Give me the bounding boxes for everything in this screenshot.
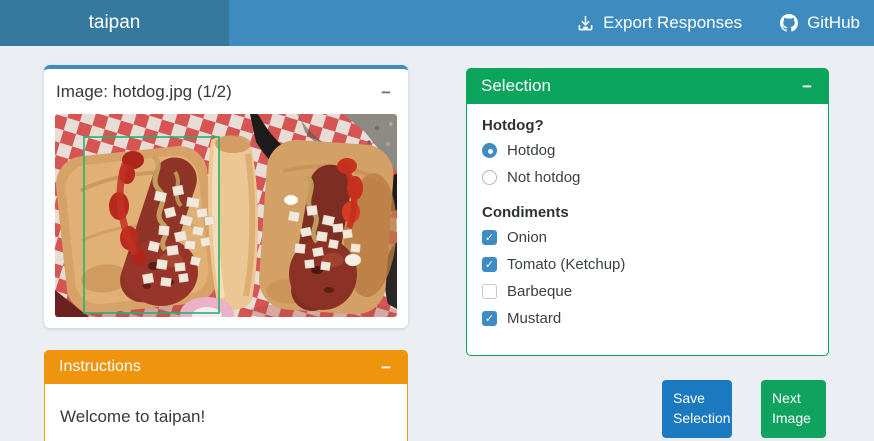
image-panel-header: Image: hotdog.jpg (1/2) − (44, 69, 408, 114)
next-image-button[interactable]: Next Image (761, 380, 826, 438)
checkbox-unchecked-icon (482, 284, 497, 299)
checkbox-option-tomato-ketchup[interactable]: Tomato (Ketchup) (482, 256, 813, 273)
brand-link[interactable]: taipan (0, 0, 229, 46)
selection-panel: Selection − Hotdog? Hotdog Not hotdog Condi… (466, 68, 829, 356)
radio-checked-icon (482, 143, 497, 158)
checkbox-option-mustard[interactable]: Mustard (482, 310, 813, 327)
option-label: Hotdog (507, 142, 555, 159)
github-icon (780, 14, 798, 32)
option-label: Mustard (507, 310, 561, 327)
checkbox-option-barbeque[interactable]: Barbeque (482, 283, 813, 300)
group-label-hotdog: Hotdog? (482, 117, 813, 134)
instructions-panel-header: Instructions − (44, 350, 408, 384)
navbar-links: Export Responses GitHub (229, 0, 874, 46)
right-column: Selection − Hotdog? Hotdog Not hotdog Condi… (466, 65, 829, 441)
image-panel-body (44, 114, 408, 328)
checkbox-checked-icon (482, 311, 497, 326)
checkbox-checked-icon (482, 257, 497, 272)
radio-option-not-hotdog[interactable]: Not hotdog (482, 169, 813, 186)
radio-option-hotdog[interactable]: Hotdog (482, 142, 813, 159)
option-label: Onion (507, 229, 547, 246)
collapse-button[interactable]: − (379, 359, 393, 376)
option-label: Tomato (Ketchup) (507, 256, 625, 273)
navbar: taipan Export Responses GitHub (0, 0, 874, 46)
instructions-panel-body: Welcome to taipan! (44, 384, 408, 441)
left-column: Image: hotdog.jpg (1/2) − (44, 65, 408, 441)
github-link[interactable]: GitHub (780, 13, 860, 33)
github-label: GitHub (807, 13, 860, 33)
checkbox-option-onion[interactable]: Onion (482, 229, 813, 246)
selection-panel-title: Selection (481, 76, 551, 96)
download-icon (577, 15, 594, 32)
export-responses-link[interactable]: Export Responses (577, 13, 742, 33)
collapse-button[interactable]: − (800, 78, 814, 95)
radio-unchecked-icon (482, 170, 497, 185)
instructions-panel: Instructions − Welcome to taipan! (44, 350, 408, 441)
selection-body: Hotdog? Hotdog Not hotdog Condiments Onion To… (466, 104, 829, 356)
main-content: Image: hotdog.jpg (1/2) − (0, 46, 874, 441)
collapse-button[interactable]: − (379, 84, 393, 101)
action-buttons: Save Selection Next Image (466, 380, 829, 438)
save-selection-button[interactable]: Save Selection (662, 380, 732, 438)
instructions-text: Welcome to taipan! (60, 407, 205, 426)
group-label-condiments: Condiments (482, 204, 813, 221)
export-responses-label: Export Responses (603, 13, 742, 33)
selection-panel-header: Selection − (466, 68, 829, 104)
option-label: Barbeque (507, 283, 572, 300)
option-label: Not hotdog (507, 169, 580, 186)
instructions-panel-title: Instructions (59, 358, 141, 376)
annotation-image[interactable] (55, 114, 397, 317)
image-panel: Image: hotdog.jpg (1/2) − (44, 65, 408, 328)
checkbox-checked-icon (482, 230, 497, 245)
image-panel-title: Image: hotdog.jpg (1/2) (56, 82, 232, 102)
